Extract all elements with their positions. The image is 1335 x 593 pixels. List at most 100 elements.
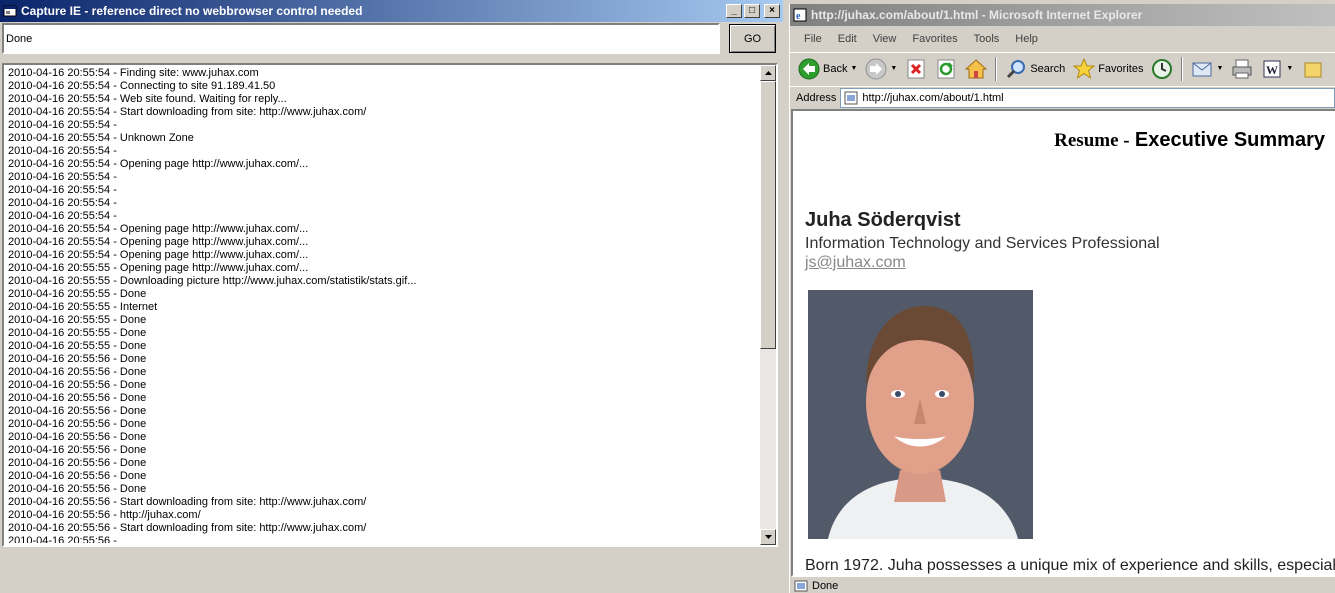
mail-dropdown-icon[interactable]: ▼ (1216, 65, 1223, 72)
mail-button[interactable]: ▼ (1189, 56, 1225, 82)
stop-button[interactable] (903, 56, 929, 82)
log-entry[interactable]: 2010-04-16 20:55:55 - Downloading pictur… (8, 275, 758, 288)
forward-dropdown-icon[interactable]: ▼ (890, 65, 897, 72)
menu-edit[interactable]: Edit (830, 31, 865, 47)
scroll-up-button[interactable] (760, 65, 776, 81)
log-entry[interactable]: 2010-04-16 20:55:56 - Done (8, 392, 758, 405)
log-entry[interactable]: 2010-04-16 20:55:56 - Done (8, 470, 758, 483)
search-button[interactable]: Search (1003, 56, 1067, 82)
arrow-up-icon (764, 71, 772, 75)
log-entry[interactable]: 2010-04-16 20:55:54 - (8, 145, 758, 158)
person-title: Information Technology and Services Prof… (805, 235, 1160, 252)
log-entry[interactable]: 2010-04-16 20:55:54 - (8, 210, 758, 223)
app-icon (3, 4, 17, 18)
discuss-button[interactable] (1299, 56, 1325, 82)
ie-title-bar: e http://juhax.com/about/1.html - Micros… (790, 4, 1335, 26)
title-bar: Capture IE - reference direct no webbrow… (0, 0, 783, 22)
menu-help[interactable]: Help (1007, 31, 1046, 47)
menu-favorites[interactable]: Favorites (904, 31, 965, 47)
log-entry[interactable]: 2010-04-16 20:55:56 - Done (8, 418, 758, 431)
person-name: Juha Söderqvist (805, 209, 961, 231)
log-entry[interactable]: 2010-04-16 20:55:54 - Web site found. Wa… (8, 93, 758, 106)
log-entry[interactable]: 2010-04-16 20:55:56 - Start downloading … (8, 522, 758, 535)
log-entry[interactable]: 2010-04-16 20:55:54 - Start downloading … (8, 106, 758, 119)
log-entry[interactable]: 2010-04-16 20:55:54 - Opening page http:… (8, 249, 758, 262)
log-entry[interactable]: 2010-04-16 20:55:54 - Opening page http:… (8, 223, 758, 236)
address-field[interactable]: http://juhax.com/about/1.html (840, 87, 1335, 108)
log-entry[interactable]: 2010-04-16 20:55:56 - (8, 535, 758, 543)
status-page-icon (794, 580, 808, 592)
address-label: Address (796, 91, 837, 104)
log-entry[interactable]: 2010-04-16 20:55:54 - Opening page http:… (8, 236, 758, 249)
heading-executive-summary: Executive Summary (1134, 129, 1325, 151)
log-entry[interactable]: 2010-04-16 20:55:56 - Done (8, 444, 758, 457)
log-entry[interactable]: 2010-04-16 20:55:54 - (8, 119, 758, 132)
log-entry[interactable]: 2010-04-16 20:55:55 - Internet (8, 301, 758, 314)
ie-toolbar: Back ▼ ▼ Search Favorites ▼ W ▼ (790, 52, 1335, 84)
menu-tools[interactable]: Tools (966, 31, 1008, 47)
log-entry[interactable]: 2010-04-16 20:55:56 - Done (8, 405, 758, 418)
log-entry[interactable]: 2010-04-16 20:55:54 - Opening page http:… (8, 158, 758, 171)
back-button[interactable]: Back ▼ (796, 56, 859, 82)
edit-button[interactable]: W ▼ (1259, 56, 1295, 82)
log-entry[interactable]: 2010-04-16 20:55:56 - Done (8, 457, 758, 470)
back-arrow-icon (798, 58, 820, 79)
log-entry[interactable]: 2010-04-16 20:55:56 - Done (8, 353, 758, 366)
menu-view[interactable]: View (865, 31, 905, 47)
log-entry[interactable]: 2010-04-16 20:55:54 - Connecting to site… (8, 80, 758, 93)
web-page-content: Resume - Executive Summary Juha Söderqvi… (791, 109, 1335, 577)
close-button[interactable]: × (764, 4, 780, 18)
close-icon: × (769, 5, 775, 16)
log-listbox[interactable]: 2010-04-16 20:55:54 - Finding site: www.… (2, 63, 778, 547)
url-input[interactable] (2, 23, 720, 54)
heading-resume: Resume - (1054, 130, 1130, 151)
log-entry[interactable]: 2010-04-16 20:55:54 - (8, 171, 758, 184)
favorites-label: Favorites (1098, 62, 1144, 75)
edit-dropdown-icon[interactable]: ▼ (1286, 65, 1293, 72)
log-entry[interactable]: 2010-04-16 20:55:55 - Opening page http:… (8, 262, 758, 275)
log-scrollbar[interactable] (760, 65, 776, 545)
toolbar-separator-2 (1181, 56, 1184, 81)
history-icon (1152, 58, 1173, 79)
log-entry[interactable]: 2010-04-16 20:55:55 - Done (8, 314, 758, 327)
internet-explorer-window: e http://juhax.com/about/1.html - Micros… (789, 4, 1335, 593)
log-entry[interactable]: 2010-04-16 20:55:56 - Done (8, 379, 758, 392)
printer-icon (1232, 59, 1252, 78)
log-entry[interactable]: 2010-04-16 20:55:54 - Finding site: www.… (8, 67, 758, 80)
log-entry[interactable]: 2010-04-16 20:55:56 - http://juhax.com/ (8, 509, 758, 522)
home-button[interactable] (963, 56, 989, 82)
go-button[interactable]: GO (729, 24, 776, 53)
back-dropdown-icon[interactable]: ▼ (850, 65, 857, 72)
scroll-down-button[interactable] (760, 529, 776, 545)
log-entry[interactable]: 2010-04-16 20:55:54 - (8, 197, 758, 210)
minimize-button[interactable]: _ (726, 4, 742, 18)
search-label: Search (1030, 62, 1066, 75)
svg-text:W: W (1266, 63, 1278, 77)
log-entry[interactable]: 2010-04-16 20:55:55 - Done (8, 327, 758, 340)
scroll-thumb[interactable] (760, 81, 776, 349)
page-heading: Resume - Executive Summary (793, 129, 1325, 152)
maximize-button[interactable]: □ (744, 4, 760, 18)
log-entry[interactable]: 2010-04-16 20:55:55 - Done (8, 340, 758, 353)
window-title: Capture IE - reference direct no webbrow… (21, 4, 363, 18)
word-edit-icon: W (1263, 60, 1281, 77)
ie-menu-bar: File Edit View Favorites Tools Help (790, 28, 1046, 50)
toolbar-separator (995, 56, 998, 81)
email-link[interactable]: js@juhax.com (805, 254, 906, 272)
refresh-button[interactable] (933, 56, 959, 82)
log-entry[interactable]: 2010-04-16 20:55:56 - Done (8, 431, 758, 444)
log-entry[interactable]: 2010-04-16 20:55:56 - Start downloading … (8, 496, 758, 509)
forward-button[interactable]: ▼ (863, 56, 899, 82)
log-entry[interactable]: 2010-04-16 20:55:54 - Unknown Zone (8, 132, 758, 145)
history-button[interactable] (1149, 56, 1175, 82)
log-entry[interactable]: 2010-04-16 20:55:56 - Done (8, 366, 758, 379)
log-entry[interactable]: 2010-04-16 20:55:54 - (8, 184, 758, 197)
log-entry[interactable]: 2010-04-16 20:55:56 - Done (8, 483, 758, 496)
print-button[interactable] (1229, 56, 1255, 82)
maximize-icon: □ (748, 5, 756, 16)
favorites-button[interactable]: Favorites (1071, 56, 1145, 82)
back-label: Back (823, 62, 848, 75)
log-entry[interactable]: 2010-04-16 20:55:55 - Done (8, 288, 758, 301)
menu-file[interactable]: File (796, 31, 830, 47)
home-icon (965, 58, 988, 78)
